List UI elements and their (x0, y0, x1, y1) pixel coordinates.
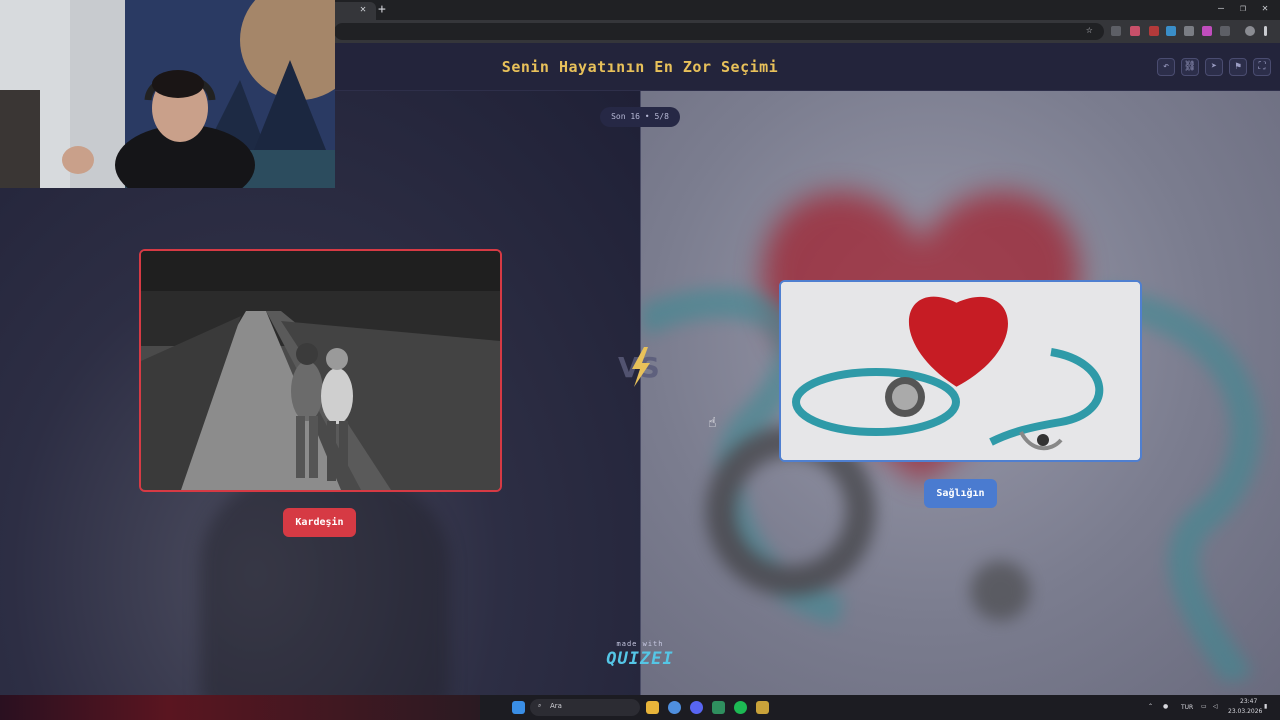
app-icon[interactable] (712, 701, 725, 714)
extension-icon[interactable] (1166, 26, 1176, 36)
search-placeholder: Ara (550, 702, 562, 710)
versus-icon: VS (618, 347, 660, 387)
taskbar-background (0, 695, 480, 720)
minimize-button[interactable]: — (1218, 3, 1224, 14)
app-icon[interactable] (756, 701, 769, 714)
mouse-cursor-icon: ☝ (708, 415, 717, 431)
brand-logo[interactable]: QUIZEI (0, 649, 1280, 669)
address-bar[interactable] (334, 23, 1104, 40)
file-explorer-icon[interactable] (646, 701, 659, 714)
windows-taskbar: ⌕ Ara ⌃ ● TUR ▭ ◁ 23:47 23.03.2026 ▮ (0, 695, 1280, 720)
tab-close-icon[interactable]: ✕ (360, 4, 366, 15)
fullscreen-icon[interactable]: ⛶ (1253, 58, 1271, 76)
undo-icon[interactable]: ↶ (1157, 58, 1175, 76)
network-icon[interactable]: ▭ (1201, 703, 1207, 710)
right-option-image[interactable] (779, 280, 1142, 462)
search-icon: ⌕ (538, 702, 542, 709)
made-with-label: made with (616, 640, 664, 648)
screen: ✕ + — ❐ ✕ ☆ Senin Hayatının En Zor Seçim… (0, 0, 1280, 720)
clock-date[interactable]: 23.03.2026 (1228, 708, 1262, 715)
spotify-icon[interactable] (734, 701, 747, 714)
extension-icon[interactable] (1184, 26, 1194, 36)
new-tab-button[interactable]: + (378, 2, 386, 17)
left-option-image[interactable] (139, 249, 502, 492)
choose-right-button[interactable]: Sağlığın (924, 479, 997, 508)
extension-icon[interactable] (1149, 26, 1159, 36)
notification-icon[interactable]: ▮ (1264, 703, 1267, 710)
flag-icon[interactable]: ⚑ (1229, 58, 1247, 76)
link-icon[interactable]: ⛓ (1181, 58, 1199, 76)
language-indicator[interactable]: TUR (1181, 704, 1193, 711)
microphone-icon[interactable]: ● (1163, 703, 1168, 710)
extension-icon[interactable] (1202, 26, 1212, 36)
profile-avatar[interactable] (1245, 26, 1255, 36)
close-window-button[interactable]: ✕ (1262, 3, 1268, 14)
chevron-up-icon[interactable]: ⌃ (1148, 703, 1153, 710)
clock-time[interactable]: 23:47 (1240, 698, 1257, 705)
discord-icon[interactable] (690, 701, 703, 714)
panel-divider (640, 91, 641, 695)
extension-icon[interactable] (1111, 26, 1121, 36)
streamer-webcam-feed (0, 0, 335, 188)
maximize-button[interactable]: ❐ (1240, 3, 1246, 14)
extension-icon[interactable] (1130, 26, 1140, 36)
extensions-puzzle-icon[interactable] (1220, 26, 1230, 36)
chrome-icon[interactable] (668, 701, 681, 714)
children-walking-photo (141, 251, 500, 490)
menu-icon[interactable] (1264, 26, 1267, 36)
choose-left-button[interactable]: Kardeşin (283, 508, 356, 537)
send-icon[interactable]: ➤ (1205, 58, 1223, 76)
volume-icon[interactable]: ◁ (1213, 703, 1218, 710)
bookmark-star-icon[interactable]: ☆ (1086, 23, 1093, 36)
heart-stethoscope-photo (781, 282, 1140, 460)
start-icon[interactable] (512, 701, 525, 714)
round-counter: Son 16 • 5/8 (600, 107, 680, 127)
taskbar-search[interactable]: ⌕ Ara (530, 699, 640, 716)
webcam-overlay (0, 0, 335, 188)
